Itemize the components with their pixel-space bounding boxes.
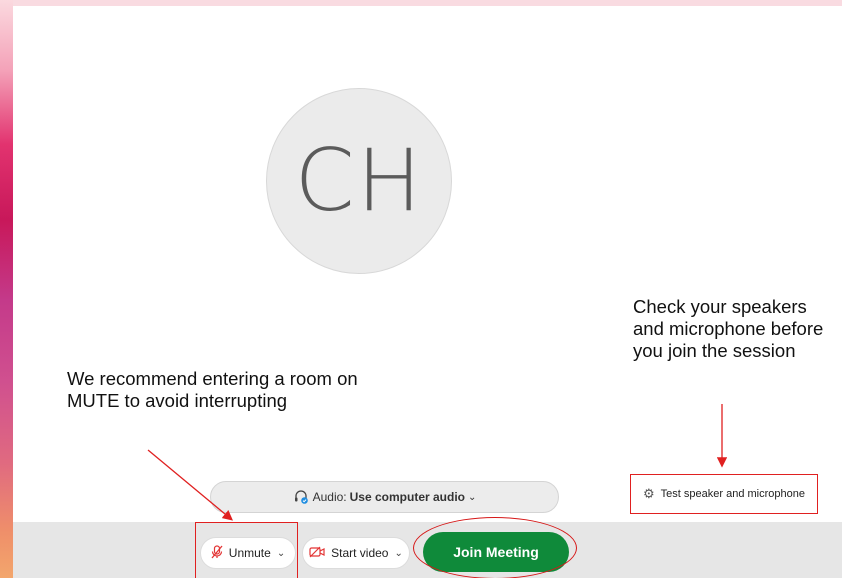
audio-label: Audio:	[312, 490, 347, 504]
join-highlight-ellipse	[413, 517, 577, 578]
mute-highlight-box	[195, 522, 298, 578]
avatar: CH	[266, 88, 452, 274]
headset-icon	[293, 489, 309, 505]
test-speaker-button[interactable]: ⚙ Test speaker and microphone	[630, 474, 818, 514]
start-video-label: Start video	[331, 546, 389, 560]
top-decor-strip	[0, 0, 842, 6]
left-decor-strip	[0, 0, 13, 578]
chevron-down-icon: ⌄	[394, 547, 403, 559]
audio-selector[interactable]: Audio: Use computer audio ⌄	[210, 481, 559, 513]
annotation-test-speaker: Check your speakers and microphone befor…	[633, 296, 824, 361]
test-speaker-label: Test speaker and microphone	[660, 488, 805, 500]
video-off-icon	[309, 546, 325, 561]
avatar-initials: CH	[294, 131, 424, 231]
gear-icon: ⚙	[643, 486, 655, 501]
chevron-down-icon: ⌄	[468, 491, 477, 503]
audio-value: Use computer audio	[349, 490, 465, 504]
annotation-mute: We recommend entering a room on MUTE to …	[67, 368, 358, 411]
start-video-button[interactable]: Start video ⌄	[302, 537, 410, 569]
